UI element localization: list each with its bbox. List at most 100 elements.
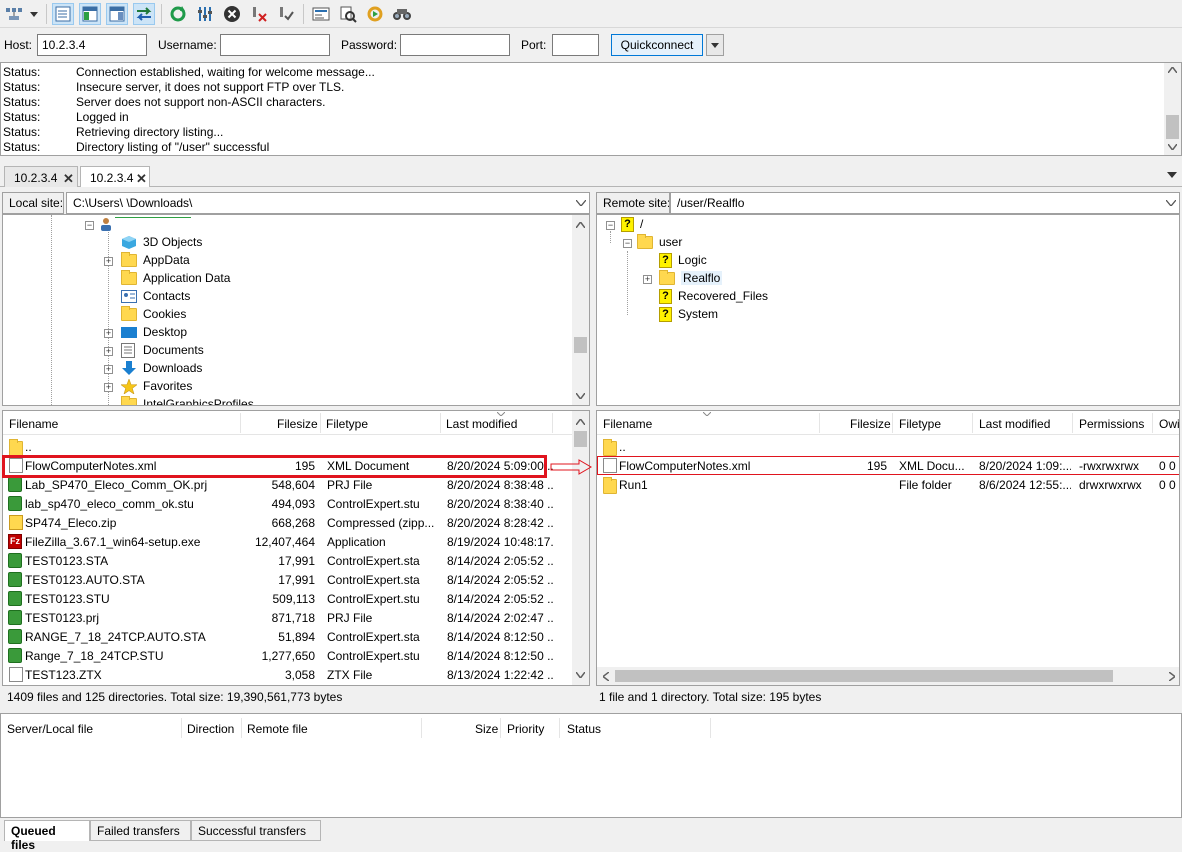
column-last-modified[interactable]: Last modified	[446, 417, 517, 431]
tree-item-documents[interactable]: Documents	[121, 341, 204, 359]
scroll-up-icon[interactable]	[576, 222, 585, 228]
tree-item-application-data[interactable]: Application Data	[121, 269, 230, 287]
tab-list-dropdown-icon[interactable]	[1167, 172, 1177, 178]
close-icon[interactable]: ✕	[136, 171, 147, 187]
tree-item-desktop[interactable]: Desktop	[121, 323, 187, 341]
scroll-right-icon[interactable]	[1169, 672, 1175, 681]
file-row[interactable]: RANGE_7_18_24TCP.AUTO.STA 51,894 Control…	[3, 627, 573, 646]
cancel-icon[interactable]	[221, 3, 243, 25]
local-file-list-scrollbar[interactable]	[572, 411, 589, 685]
tree-item-recovered-files[interactable]: ? Recovered_Files	[659, 287, 768, 305]
file-row[interactable]: TEST0123.prj 871,718 PRJ File 8/14/2024 …	[3, 608, 573, 627]
tab-queued-files[interactable]: Queued files	[4, 820, 90, 852]
sync-browse-icon[interactable]	[364, 3, 386, 25]
column-permissions[interactable]: Permissions	[1079, 417, 1144, 431]
file-row[interactable]: Run1 File folder 8/6/2024 12:55:... drwx…	[597, 475, 1179, 494]
column-filesize[interactable]: Filesize	[277, 417, 318, 431]
scroll-left-icon[interactable]	[603, 672, 609, 681]
collapse-icon[interactable]: −	[606, 221, 615, 230]
column-remote-file[interactable]: Remote file	[247, 722, 308, 736]
directory-filter-icon[interactable]	[310, 3, 332, 25]
column-filetype[interactable]: Filetype	[326, 417, 368, 431]
scroll-up-icon[interactable]	[1168, 67, 1177, 73]
tree-item-logic[interactable]: ? Logic	[659, 251, 707, 269]
file-row-highlighted[interactable]: FlowComputerNotes.xml 195 XML Docu... 8/…	[597, 456, 1179, 475]
tree-item-3d-objects[interactable]: 3D Objects	[121, 233, 202, 251]
toggle-remote-tree-icon[interactable]	[106, 3, 128, 25]
tree-item-intelgraphicsprofiles[interactable]: IntelGraphicsProfiles	[121, 395, 254, 405]
file-row[interactable]: TEST0123.AUTO.STA 17,991 ControlExpert.s…	[3, 570, 573, 589]
site-manager-icon[interactable]	[3, 3, 25, 25]
column-status[interactable]: Status	[567, 722, 601, 736]
file-row[interactable]: Fz FileZilla_3.67.1_win64-setup.exe 12,4…	[3, 532, 573, 551]
disconnect-icon[interactable]	[248, 3, 270, 25]
column-filetype[interactable]: Filetype	[899, 417, 941, 431]
toggle-transfer-queue-icon[interactable]	[133, 3, 155, 25]
expand-icon[interactable]: +	[104, 383, 113, 392]
column-server-local-file[interactable]: Server/Local file	[7, 722, 93, 736]
scroll-down-icon[interactable]	[1168, 144, 1177, 150]
tab-connection-1[interactable]: 10.2.3.4 ✕	[4, 166, 78, 187]
compare-icon[interactable]	[337, 3, 359, 25]
expand-icon[interactable]: +	[104, 347, 113, 356]
local-path-input[interactable]: C:\Users\ \Downloads\	[66, 192, 590, 214]
tree-item-realflo[interactable]: Realflo	[659, 269, 723, 287]
tab-connection-2[interactable]: 10.2.3.4 ✕	[80, 166, 150, 187]
collapse-icon[interactable]: −	[623, 239, 632, 248]
username-input[interactable]	[220, 34, 330, 56]
column-direction[interactable]: Direction	[187, 722, 234, 736]
file-row[interactable]: lab_sp470_eleco_comm_ok.stu 494,093 Cont…	[3, 494, 573, 513]
remote-file-list-hscrollbar[interactable]	[597, 667, 1179, 685]
expand-icon[interactable]: +	[104, 365, 113, 374]
tree-item-cookies[interactable]: Cookies	[121, 305, 186, 323]
file-row-parent[interactable]: ..	[3, 437, 573, 456]
toggle-local-tree-icon[interactable]	[79, 3, 101, 25]
scroll-down-icon[interactable]	[576, 672, 585, 678]
log-scrollbar[interactable]	[1164, 63, 1181, 155]
file-row-parent[interactable]: ..	[597, 437, 1179, 456]
tab-successful-transfers[interactable]: Successful transfers	[191, 820, 321, 841]
column-filename[interactable]: Filename	[9, 417, 58, 431]
expand-icon[interactable]: +	[104, 257, 113, 266]
column-filename[interactable]: Filename	[603, 417, 652, 431]
remote-path-input[interactable]: /user/Realflo	[670, 192, 1180, 214]
tree-item-user[interactable]: user	[637, 233, 682, 251]
tree-item-appdata[interactable]: AppData	[121, 251, 190, 269]
toggle-message-log-icon[interactable]	[52, 3, 74, 25]
tree-item-contacts[interactable]: Contacts	[121, 287, 190, 305]
file-row[interactable]: TEST0123.STU 509,113 ControlExpert.stu 8…	[3, 589, 573, 608]
expand-icon[interactable]: +	[643, 275, 652, 284]
dropdown-arrow-icon[interactable]	[27, 3, 41, 25]
tab-failed-transfers[interactable]: Failed transfers	[90, 820, 191, 841]
column-size[interactable]: Size	[475, 722, 498, 736]
local-tree-scrollbar[interactable]	[572, 215, 589, 405]
quickconnect-button[interactable]: Quickconnect	[611, 34, 703, 56]
close-icon[interactable]: ✕	[63, 171, 74, 187]
password-input[interactable]	[400, 34, 510, 56]
scroll-up-icon[interactable]	[576, 419, 585, 425]
column-owner[interactable]: Owi	[1159, 417, 1179, 431]
chevron-down-icon[interactable]	[576, 200, 586, 206]
port-input[interactable]	[552, 34, 599, 56]
file-row[interactable]: TEST123.ZTX 3,058 ZTX File 8/13/2024 1:2…	[3, 665, 573, 684]
chevron-down-icon[interactable]	[1166, 200, 1176, 206]
file-row[interactable]: Range_7_18_24TCP.STU 1,277,650 ControlEx…	[3, 646, 573, 665]
column-last-modified[interactable]: Last modified	[979, 417, 1050, 431]
expand-icon[interactable]: +	[104, 329, 113, 338]
reconnect-icon[interactable]	[275, 3, 297, 25]
collapse-icon[interactable]: −	[85, 221, 94, 230]
scroll-down-icon[interactable]	[576, 393, 585, 399]
column-priority[interactable]: Priority	[507, 722, 544, 736]
refresh-icon[interactable]	[167, 3, 189, 25]
tree-item-favorites[interactable]: Favorites	[121, 377, 192, 395]
process-queue-icon[interactable]	[194, 3, 216, 25]
host-input[interactable]	[37, 34, 147, 56]
search-icon[interactable]	[391, 3, 413, 25]
tree-item-downloads[interactable]: Downloads	[121, 359, 202, 377]
file-row[interactable]: TEST0123.STA 17,991 ControlExpert.sta 8/…	[3, 551, 573, 570]
quickconnect-history-dropdown[interactable]	[706, 34, 724, 56]
column-filesize[interactable]: Filesize	[850, 417, 891, 431]
file-row[interactable]: SP474_Eleco.zip 668,268 Compressed (zipp…	[3, 513, 573, 532]
tree-item-root[interactable]: ? /	[621, 215, 643, 233]
tree-item-system[interactable]: ? System	[659, 305, 718, 323]
